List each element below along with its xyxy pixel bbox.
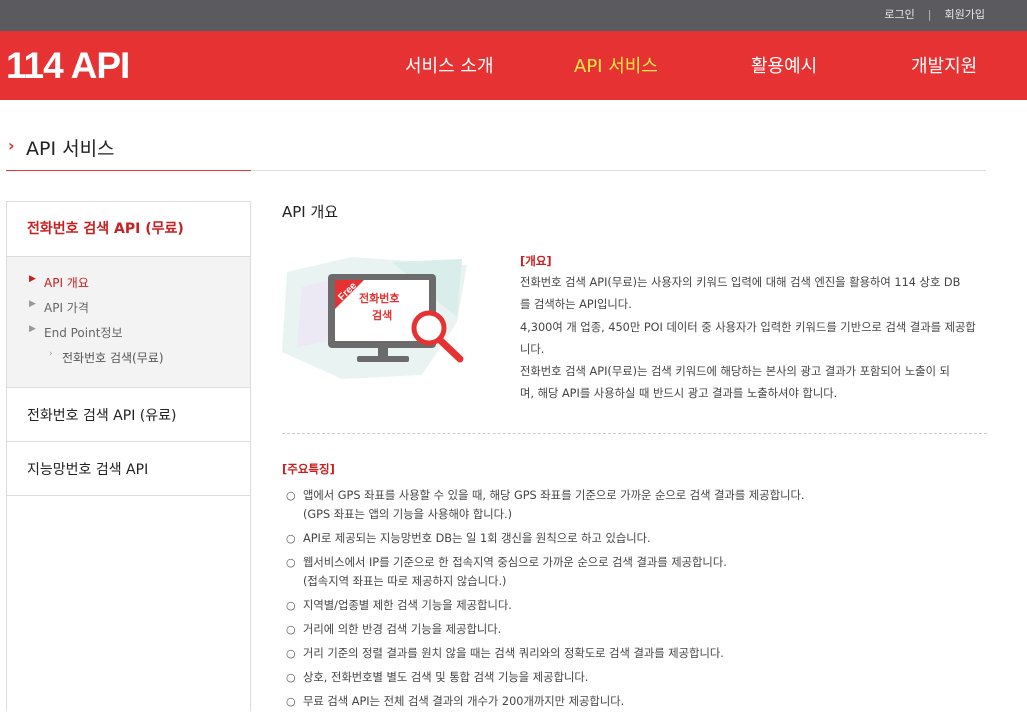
sidebar-item-free-phone-api[interactable]: 전화번호 검색 API (무료) bbox=[7, 202, 250, 257]
chevron-right-icon: › bbox=[49, 349, 53, 359]
list-item: ○ API로 제공되는 지능망번호 DB는 일 1회 갱신을 원칙으로 하고 있습… bbox=[286, 529, 1026, 548]
circle-bullet-icon: ○ bbox=[286, 532, 296, 545]
sidebar-sub-label: End Point정보 bbox=[44, 326, 123, 340]
triangle-right-icon: ▶ bbox=[29, 274, 36, 284]
feature-subtext: (접속지역 좌표는 따로 제공하지 않습니다.) bbox=[303, 575, 507, 588]
main-nav: 서비스 소개 API 서비스 활용예시 개발지원 bbox=[0, 52, 1027, 82]
feature-text: 앱에서 GPS 좌표를 사용할 수 있을 때, 해당 GPS 좌표를 기준으로 … bbox=[303, 489, 805, 502]
nav-api-service[interactable]: API 서비스 bbox=[574, 52, 658, 78]
feature-subtext: (GPS 좌표는 앱의 기능을 사용해야 합니다.) bbox=[303, 508, 512, 521]
overview-line: 전화번호 검색 API(무료)는 검색 키워드에 해당하는 본사의 광고 결과가… bbox=[520, 365, 950, 379]
sidebar-submenu: ▶ API 개요 ▶ API 가격 ▶ End Point정보 › 전화번호 검… bbox=[7, 257, 250, 388]
list-item: ○ 웹서비스에서 IP를 기준으로 한 접속지역 중심으로 가까운 순으로 검색 … bbox=[286, 553, 1026, 591]
circle-bullet-icon: ○ bbox=[286, 623, 296, 636]
circle-bullet-icon: ○ bbox=[286, 599, 296, 612]
sidebar-item-intelligent-number-api[interactable]: 지능망번호 검색 API bbox=[7, 442, 250, 496]
circle-bullet-icon: ○ bbox=[286, 489, 296, 502]
overview-text: [개요] 전화번호 검색 API(무료)는 사용자의 키워드 입력에 대해 검색… bbox=[520, 250, 1025, 405]
circle-bullet-icon: ○ bbox=[286, 556, 296, 569]
sidebar-item-paid-phone-api[interactable]: 전화번호 검색 API (유료) bbox=[7, 388, 250, 442]
list-item: ○ 지역별/업종별 제한 검색 기능을 제공합니다. bbox=[286, 596, 1026, 615]
main-content: API 개요 Free 전화번호 검색 [개요] 전화번호 검색 API(무료)… bbox=[282, 195, 1027, 708]
nav-dev-support[interactable]: 개발지원 bbox=[911, 52, 977, 78]
list-item: ○ 상호, 전화번호별 별도 검색 및 통합 검색 기능을 제공합니다. bbox=[286, 668, 1026, 687]
nav-examples[interactable]: 활용예시 bbox=[751, 52, 817, 78]
sidebar: 전화번호 검색 API (무료) ▶ API 개요 ▶ API 가격 ▶ End… bbox=[6, 201, 251, 711]
triangle-right-icon: ▶ bbox=[29, 299, 36, 309]
feature-text: 거리 기준의 정렬 결과를 원치 않을 때는 검색 쿼리와의 정확도로 검색 결… bbox=[303, 647, 724, 660]
monitor-illustration-svg: Free 전화번호 검색 bbox=[282, 257, 467, 379]
feature-text: 상호, 전화번호별 별도 검색 및 통합 검색 기능을 제공합니다. bbox=[303, 671, 589, 684]
feature-text: 무료 검색 API는 전체 검색 결과의 개수가 200개까지만 제공합니다. bbox=[303, 695, 625, 708]
feature-text: 지역별/업종별 제한 검색 기능을 제공합니다. bbox=[303, 599, 512, 612]
overview-line: 전화번호 검색 API(무료)는 사용자의 키워드 입력에 대해 검색 엔진을 … bbox=[520, 276, 961, 290]
title-divider bbox=[251, 170, 986, 171]
triangle-right-icon: ▶ bbox=[29, 324, 36, 334]
list-item: ○ 무료 검색 API는 전체 검색 결과의 개수가 200개까지만 제공합니다. bbox=[286, 692, 1026, 711]
features-list: ○ 앱에서 GPS 좌표를 사용할 수 있을 때, 해당 GPS 좌표를 기준으로… bbox=[286, 486, 1026, 716]
utility-links: 로그인 | 회원가입 bbox=[884, 6, 985, 22]
sidebar-sub-label: API 가격 bbox=[44, 301, 89, 315]
illustration-line2: 검색 bbox=[372, 308, 392, 322]
page-title: › API 서비스 bbox=[6, 133, 251, 171]
separator: | bbox=[927, 8, 932, 21]
nav-service-intro[interactable]: 서비스 소개 bbox=[405, 52, 494, 78]
sidebar-sub-label: API 개요 bbox=[44, 276, 89, 290]
list-item: ○ 앱에서 GPS 좌표를 사용할 수 있을 때, 해당 GPS 좌표를 기준으로… bbox=[286, 486, 1026, 524]
sidebar-sub-endpoint-phone[interactable]: › 전화번호 검색(무료) bbox=[29, 349, 250, 374]
top-utility-bar: 로그인 | 회원가입 bbox=[0, 0, 1027, 31]
circle-bullet-icon: ○ bbox=[286, 695, 296, 708]
list-item: ○ 거리 기준의 정렬 결과를 원치 않을 때는 검색 쿼리와의 정확도로 검색 … bbox=[286, 644, 1026, 663]
section-title: API 개요 bbox=[282, 203, 339, 221]
overview-tag: [개요] bbox=[520, 254, 552, 268]
overview-line: 며, 해당 API를 사용하실 때 반드시 광고 결과를 노출하셔야 합니다. bbox=[520, 387, 838, 401]
overview-line: 4,300여 개 업종, 450만 POI 데이터 중 사용자가 입력한 키워드… bbox=[520, 320, 976, 334]
feature-text: 거리에 의한 반경 검색 기능을 제공합니다. bbox=[303, 623, 502, 636]
sidebar-sub-overview[interactable]: ▶ API 개요 bbox=[29, 274, 250, 299]
chevron-right-icon: › bbox=[8, 136, 15, 155]
feature-text: API로 제공되는 지능망번호 DB는 일 1회 갱신을 원칙으로 하고 있습니… bbox=[303, 532, 651, 545]
circle-bullet-icon: ○ bbox=[286, 671, 296, 684]
features-tag: [주요특징] bbox=[282, 462, 335, 476]
page-title-text: API 서비스 bbox=[26, 138, 115, 160]
circle-bullet-icon: ○ bbox=[286, 647, 296, 660]
overview-line: 를 검색하는 API입니다. bbox=[520, 298, 632, 312]
login-link[interactable]: 로그인 bbox=[884, 8, 914, 21]
list-item: ○ 거리에 의한 반경 검색 기능을 제공합니다. bbox=[286, 620, 1026, 639]
site-header: 114 API 서비스 소개 API 서비스 활용예시 개발지원 bbox=[0, 31, 1027, 100]
signup-link[interactable]: 회원가입 bbox=[945, 8, 985, 21]
sidebar-sub-endpoint[interactable]: ▶ End Point정보 bbox=[29, 324, 250, 349]
dashed-divider bbox=[282, 433, 987, 434]
monitor-search-illustration: Free 전화번호 검색 bbox=[282, 257, 472, 382]
feature-text: 웹서비스에서 IP를 기준으로 한 접속지역 중심으로 가까운 순으로 검색 결… bbox=[303, 556, 727, 569]
illustration-line1: 전화번호 bbox=[359, 291, 399, 305]
overview-line: 니다. bbox=[520, 342, 545, 356]
sidebar-sub-label: 전화번호 검색(무료) bbox=[62, 351, 164, 365]
sidebar-sub-price[interactable]: ▶ API 가격 bbox=[29, 299, 250, 324]
